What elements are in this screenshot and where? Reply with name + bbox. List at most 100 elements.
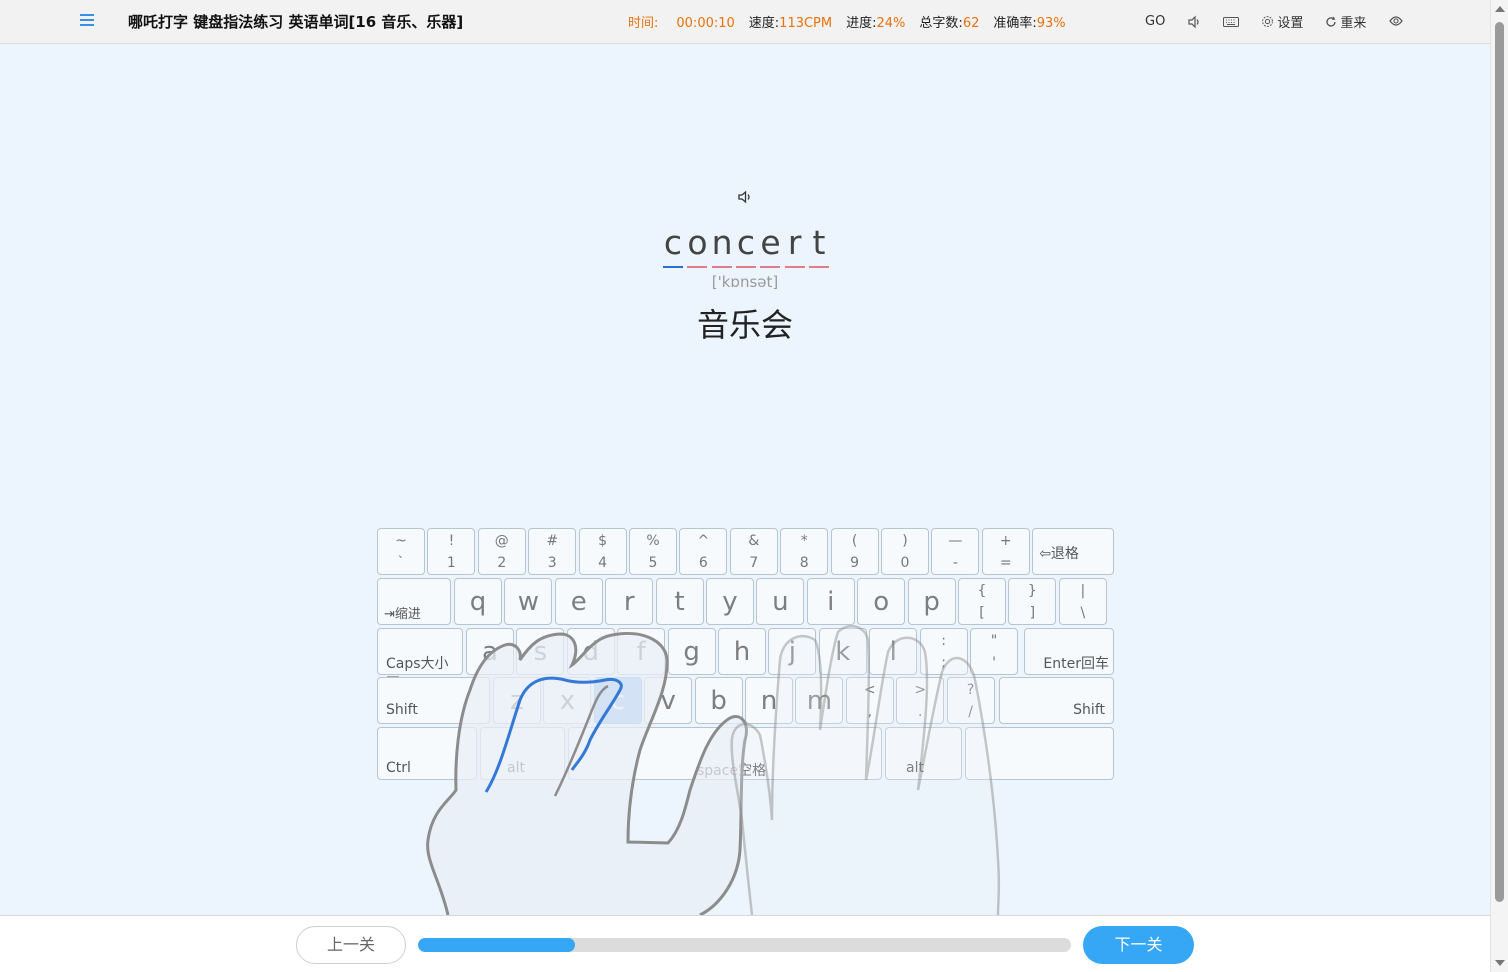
skin-button[interactable] — [1388, 15, 1404, 29]
key-label: p — [923, 587, 940, 617]
menu-icon[interactable] — [80, 14, 94, 26]
key-space[interactable]: space空格 — [568, 727, 882, 780]
key-n[interactable]: n — [745, 677, 793, 724]
next-level-button[interactable]: 下一关 — [1083, 926, 1194, 964]
key-9[interactable]: (9 — [830, 528, 879, 575]
page-title: 哪吒打字 键盘指法练习 英语单词[16 音乐、乐器] — [128, 13, 464, 31]
go-button[interactable]: GO — [1145, 14, 1165, 29]
key-,[interactable]: <, — [845, 677, 894, 724]
target-word: concert — [663, 222, 829, 268]
word-letter: t — [808, 222, 829, 268]
key-label: i — [827, 587, 835, 617]
key-;[interactable]: :; — [919, 628, 968, 675]
key-shift-char: < — [863, 682, 876, 698]
key-alt-left[interactable]: alt — [480, 727, 565, 780]
level-progress-bar — [418, 938, 1071, 952]
key-alt-right[interactable]: alt — [885, 727, 962, 780]
key-8[interactable]: * 8 — [780, 528, 829, 575]
key-shift-left[interactable]: Shift — [377, 677, 490, 724]
pronounce-button[interactable] — [736, 188, 754, 206]
key-b[interactable]: b — [694, 677, 743, 724]
key-m[interactable]: m — [795, 677, 844, 724]
key-6[interactable]: ^ 6 — [679, 528, 728, 575]
key--[interactable]: — - — [931, 528, 980, 575]
key-q[interactable]: q — [454, 578, 502, 625]
key-/[interactable]: ? / — [946, 677, 995, 724]
key-backspace[interactable]: ⇦退格 — [1032, 528, 1114, 575]
bottom-bar: 上一关 下一关 — [0, 915, 1490, 972]
key-label: ⇦退格 — [1039, 546, 1079, 562]
key-5[interactable]: % 5 — [629, 528, 677, 575]
key-h[interactable]: h — [718, 628, 766, 675]
key-r[interactable]: r — [605, 578, 654, 625]
key-2[interactable]: @2 — [477, 528, 526, 575]
key-v[interactable]: v — [644, 677, 693, 724]
key-k[interactable]: k — [818, 628, 867, 675]
key-.[interactable]: >. — [896, 677, 945, 724]
key-3[interactable]: #3 — [528, 528, 577, 575]
key-i[interactable]: i — [806, 578, 855, 625]
key-ctrl[interactable]: Ctrl — [377, 727, 477, 780]
vertical-scrollbar[interactable] — [1490, 0, 1508, 972]
key-][interactable]: }] — [1008, 578, 1057, 625]
key-7[interactable]: & 7 — [729, 528, 778, 575]
key-s[interactable]: s — [516, 628, 565, 675]
key-char: = — [999, 555, 1012, 571]
key-t[interactable]: t — [655, 578, 704, 625]
key-tab[interactable]: ⇥缩进 — [377, 578, 451, 625]
key-a[interactable]: a — [466, 628, 514, 675]
key-label: l — [889, 637, 897, 667]
stat-accuracy: 准确率:93% — [993, 16, 1066, 31]
key-j[interactable]: j — [768, 628, 817, 675]
key-char: ` — [397, 555, 405, 571]
key-p[interactable]: p — [907, 578, 956, 625]
key-x[interactable]: x — [543, 677, 592, 724]
scroll-down-arrow-icon[interactable] — [1495, 960, 1505, 966]
key-label: c — [610, 686, 625, 716]
sound-button[interactable] — [1187, 15, 1201, 29]
key-shift-right[interactable]: Shift — [999, 677, 1114, 724]
stat-speed: 速度:113CPM — [748, 16, 833, 31]
key-label: a — [482, 637, 498, 667]
key-4[interactable]: $4 — [578, 528, 627, 575]
key-\[interactable]: | \ — [1058, 578, 1107, 625]
key-o[interactable]: o — [857, 578, 906, 625]
scroll-up-arrow-icon[interactable] — [1495, 6, 1505, 12]
restart-button[interactable]: 重来 — [1325, 12, 1366, 31]
key-e[interactable]: e — [554, 578, 603, 625]
prev-level-button[interactable]: 上一关 — [296, 926, 406, 964]
speaker-icon — [1188, 15, 1199, 28]
key-char: 6 — [698, 555, 708, 571]
key-c[interactable]: c — [593, 677, 642, 724]
key-[[interactable]: {[ — [958, 578, 1006, 625]
key-d[interactable]: d — [566, 628, 615, 675]
key-char: ' — [992, 655, 996, 671]
key-u[interactable]: u — [756, 578, 805, 625]
key-=[interactable]: + = — [981, 528, 1030, 575]
key-enter[interactable]: Enter回车 — [1024, 628, 1114, 675]
key-label: Shift — [1073, 702, 1105, 718]
scroll-thumb[interactable] — [1495, 22, 1504, 902]
word-letter: c — [663, 222, 683, 268]
key-label: k — [835, 637, 851, 667]
key-shift-char: : — [941, 633, 946, 649]
key-y[interactable]: y — [706, 578, 754, 625]
settings-button[interactable]: 设置 — [1261, 12, 1303, 31]
key-caps-lock[interactable]: Caps大小写 — [377, 628, 463, 692]
key-label: alt — [906, 760, 924, 776]
word-letter: r — [784, 222, 805, 268]
key-0[interactable]: ) 0 — [881, 528, 929, 575]
key-char: 3 — [547, 555, 557, 571]
key-z[interactable]: z — [493, 677, 541, 724]
keyboard-toggle-button[interactable] — [1223, 16, 1240, 28]
key-'[interactable]: " ' — [970, 628, 1018, 675]
key-blank[interactable] — [965, 727, 1114, 780]
key-f[interactable]: f — [617, 628, 666, 675]
key-1[interactable]: ! 1 — [427, 528, 476, 575]
key-`[interactable]: ~ ` — [377, 528, 425, 575]
virtual-keyboard: ~ `! 1 @2 #3 $4% 5 ^ 6 & 7 * 8(9) 0— - + = ⇦退格 ⇥缩进 q w e r t y u i… — [377, 528, 1114, 781]
key-g[interactable]: g — [667, 628, 716, 675]
key-w[interactable]: w — [504, 578, 553, 625]
key-l[interactable]: l — [869, 628, 918, 675]
word-letter: e — [760, 222, 781, 268]
